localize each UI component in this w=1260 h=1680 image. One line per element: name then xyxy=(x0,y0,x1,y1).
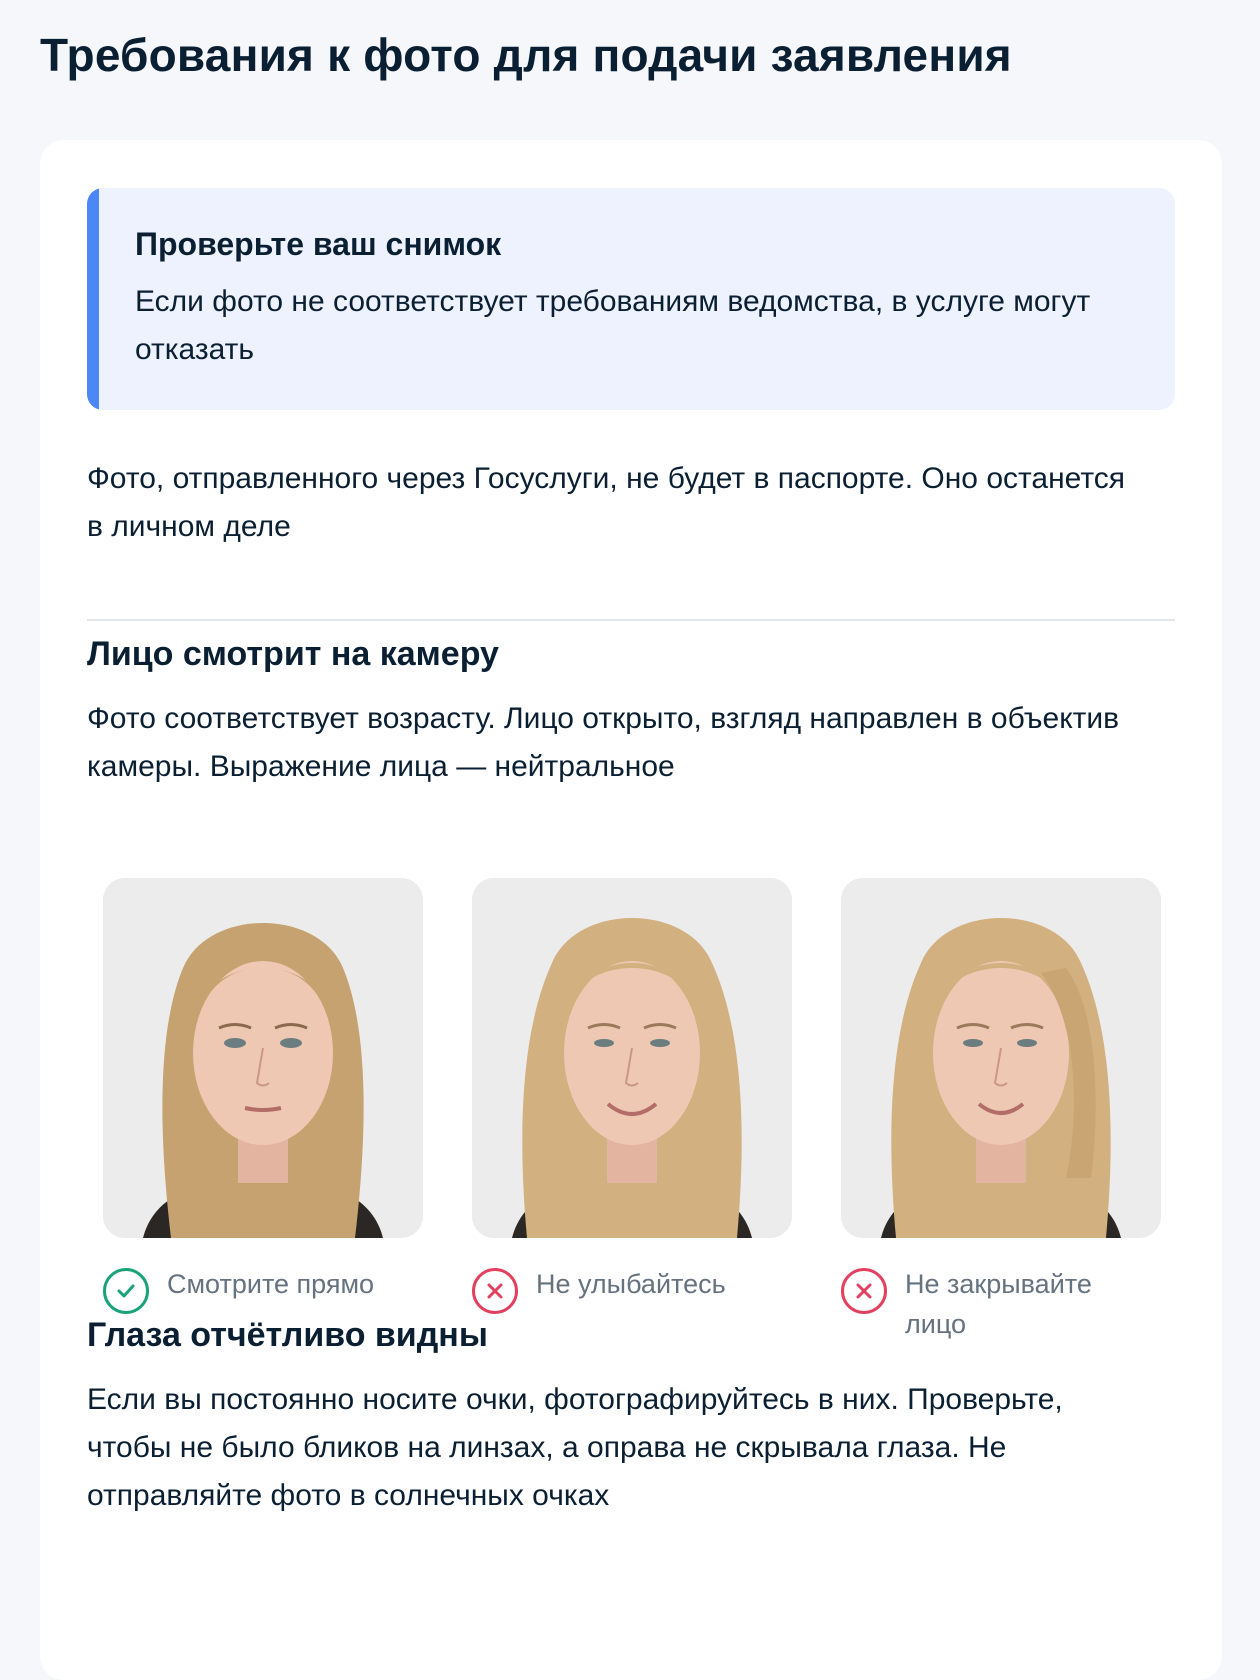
section-text-eyes: Если вы постоянно носите очки, фотографи… xyxy=(87,1383,1063,1512)
intro-text: Фото, отправленного через Госуслуги, не … xyxy=(87,462,1126,543)
cross-circle-icon xyxy=(841,1268,887,1314)
check-circle-icon xyxy=(103,1268,149,1314)
example-photo-neutral xyxy=(103,878,423,1238)
example-look-straight: Смотрите прямо xyxy=(103,878,423,1314)
section-title-face: Лицо смотрит на камеру xyxy=(87,635,499,673)
cross-circle-icon xyxy=(472,1268,518,1314)
page-title: Требования к фото для подачи заявления xyxy=(40,29,1012,81)
divider xyxy=(87,619,1175,621)
requirements-card: Проверьте ваш снимок Если фото не соотве… xyxy=(40,140,1222,1680)
section-title-eyes: Глаза отчётливо видны xyxy=(87,1316,488,1354)
example-label: Смотрите прямо xyxy=(167,1269,375,1299)
example-photo-smiling xyxy=(472,878,792,1238)
notice-text: Если фото не соответствует требованиям в… xyxy=(135,285,1091,366)
example-label: Не закрывайте лицо xyxy=(905,1269,1092,1339)
photo-examples: Смотрите прямо Не улыбайтесь Не закрывай… xyxy=(103,878,1203,1339)
example-no-covered-face: Не закрывайте лицо xyxy=(841,878,1161,1339)
example-photo-covered-face xyxy=(841,878,1161,1238)
example-no-smile: Не улыбайтесь xyxy=(472,878,792,1314)
notice-title: Проверьте ваш снимок xyxy=(135,226,502,262)
example-label: Не улыбайтесь xyxy=(536,1269,726,1299)
notice-banner: Проверьте ваш снимок Если фото не соотве… xyxy=(87,188,1175,410)
section-text-face: Фото соответствует возрасту. Лицо открыт… xyxy=(87,702,1120,783)
notice-accent-bar xyxy=(87,188,99,410)
